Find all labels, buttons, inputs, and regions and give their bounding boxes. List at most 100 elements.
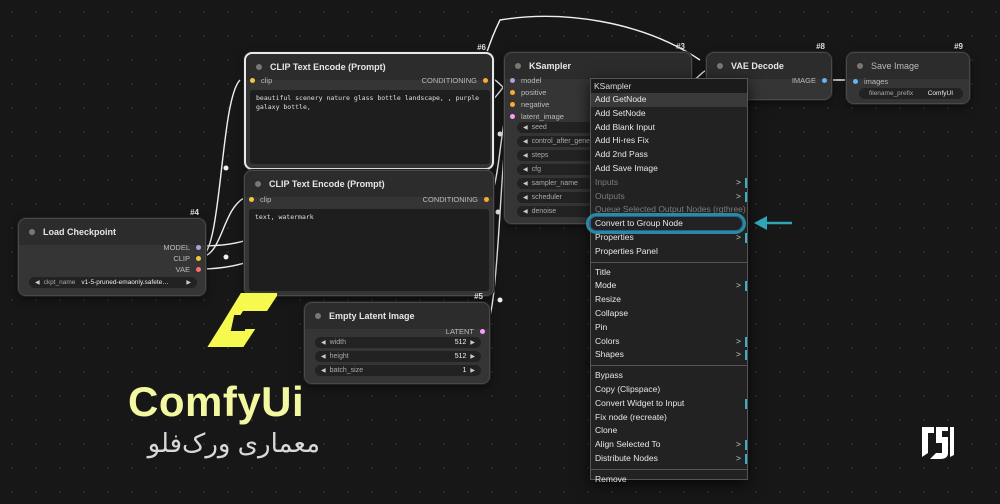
menu-item-colors[interactable]: Colors > bbox=[591, 335, 747, 349]
menu-item-distribute-nodes[interactable]: Distribute Nodes > bbox=[591, 452, 747, 466]
menu-item-add-blank-input[interactable]: Add Blank Input bbox=[591, 121, 747, 135]
decrement-arrow-icon[interactable]: ◀ bbox=[523, 194, 528, 201]
menu-item-align-selected-to[interactable]: Align Selected To > bbox=[591, 438, 747, 452]
menu-item-pin[interactable]: Pin bbox=[591, 321, 747, 335]
output-conditioning[interactable]: CONDITIONING bbox=[422, 76, 488, 85]
menu-item-mode[interactable]: Mode > bbox=[591, 279, 747, 293]
output-model[interactable]: MODEL bbox=[163, 243, 201, 252]
increment-arrow-icon[interactable]: ▶ bbox=[470, 339, 475, 346]
menu-item-remove[interactable]: Remove bbox=[591, 473, 747, 487]
width-widget[interactable]: ◀ width 512 ▶ bbox=[315, 337, 481, 348]
menu-item-shapes[interactable]: Shapes > bbox=[591, 348, 747, 362]
socket-icon[interactable] bbox=[822, 78, 827, 83]
load-checkpoint-node[interactable]: #4 Load Checkpoint MODEL CLIP VAE ◀ ckpt_… bbox=[18, 208, 206, 296]
output-conditioning[interactable]: CONDITIONING bbox=[423, 195, 489, 204]
prompt-textarea[interactable]: text, watermark bbox=[249, 209, 489, 291]
socket-icon[interactable] bbox=[249, 197, 254, 202]
menu-item-add-setnode[interactable]: Add SetNode bbox=[591, 107, 747, 121]
socket-icon[interactable] bbox=[510, 90, 515, 95]
collapse-dot-icon[interactable] bbox=[515, 63, 521, 69]
collapse-dot-icon[interactable] bbox=[315, 313, 321, 319]
menu-item-collapse[interactable]: Collapse bbox=[591, 307, 747, 321]
input-clip[interactable]: clip bbox=[250, 76, 272, 85]
node-header[interactable]: Empty Latent Image bbox=[305, 303, 489, 329]
decrement-arrow-icon[interactable]: ◀ bbox=[321, 353, 326, 360]
menu-item-outputs[interactable]: Outputs > bbox=[591, 190, 747, 204]
input-clip[interactable]: clip bbox=[249, 195, 271, 204]
socket-icon[interactable] bbox=[484, 197, 489, 202]
node-header[interactable]: Save Image bbox=[847, 53, 969, 79]
menu-item-add-getnode[interactable]: Add GetNode bbox=[591, 93, 747, 107]
increment-arrow-icon[interactable]: ▶ bbox=[470, 367, 475, 374]
save-image-node[interactable]: #9 Save Image images filename_prefix Comf… bbox=[846, 42, 970, 104]
socket-icon[interactable] bbox=[196, 256, 201, 261]
menu-item-bypass[interactable]: Bypass bbox=[591, 369, 747, 383]
submenu-indicator bbox=[745, 440, 747, 451]
decrement-arrow-icon[interactable]: ◀ bbox=[523, 124, 528, 131]
collapse-dot-icon[interactable] bbox=[256, 64, 262, 70]
submenu-indicator bbox=[745, 232, 747, 243]
collapse-dot-icon[interactable] bbox=[857, 63, 863, 69]
brand-name: ComfyUi bbox=[128, 378, 305, 425]
collapse-dot-icon[interactable] bbox=[29, 229, 35, 235]
socket-icon[interactable] bbox=[196, 267, 201, 272]
socket-icon[interactable] bbox=[196, 245, 201, 250]
node-header[interactable]: Load Checkpoint bbox=[19, 219, 205, 245]
output-latent[interactable]: LATENT bbox=[446, 327, 485, 336]
menu-item-add-save-image[interactable]: Add Save Image bbox=[591, 162, 747, 176]
menu-item-title[interactable]: Title bbox=[591, 266, 747, 280]
menu-item-copy-clipspace[interactable]: Copy (Clipspace) bbox=[591, 383, 747, 397]
menu-item-resize[interactable]: Resize bbox=[591, 293, 747, 307]
socket-icon[interactable] bbox=[250, 78, 255, 83]
menu-item-add-2nd-pass[interactable]: Add 2nd Pass bbox=[591, 148, 747, 162]
menu-item-properties-panel[interactable]: Properties Panel bbox=[591, 245, 747, 259]
increment-arrow-icon[interactable]: ▶ bbox=[470, 353, 475, 360]
decrement-arrow-icon[interactable]: ◀ bbox=[523, 138, 528, 145]
decrement-arrow-icon[interactable]: ◀ bbox=[35, 279, 40, 286]
filename-prefix-widget[interactable]: filename_prefix ComfyUI bbox=[859, 88, 963, 99]
output-clip[interactable]: CLIP bbox=[173, 254, 201, 263]
menu-item-inputs[interactable]: Inputs > bbox=[591, 176, 747, 190]
decrement-arrow-icon[interactable]: ◀ bbox=[523, 180, 528, 187]
decrement-arrow-icon[interactable]: ◀ bbox=[523, 152, 528, 159]
socket-icon[interactable] bbox=[510, 114, 515, 119]
menu-item-convert-widget-to-input[interactable]: Convert Widget to Input bbox=[591, 397, 747, 411]
increment-arrow-icon[interactable]: ▶ bbox=[186, 279, 191, 286]
socket-icon[interactable] bbox=[510, 102, 515, 107]
ckpt-name-widget[interactable]: ◀ ckpt_name v1-5-pruned-emaonly.safete… ▶ bbox=[29, 277, 197, 288]
submenu-indicator bbox=[745, 336, 747, 347]
decrement-arrow-icon[interactable]: ◀ bbox=[523, 208, 528, 215]
menu-item-add-hires-fix[interactable]: Add Hi-res Fix bbox=[591, 134, 747, 148]
socket-icon[interactable] bbox=[483, 78, 488, 83]
clip-text-encode-positive-node[interactable]: #6 CLIP Text Encode (Prompt) clip CONDIT… bbox=[244, 43, 494, 170]
collapse-dot-icon[interactable] bbox=[255, 181, 261, 187]
widget-label: ckpt_name bbox=[43, 279, 76, 286]
height-widget[interactable]: ◀ height 512 ▶ bbox=[315, 351, 481, 362]
node-header[interactable]: CLIP Text Encode (Prompt) bbox=[245, 171, 493, 197]
prompt-textarea[interactable]: beautiful scenery nature glass bottle la… bbox=[250, 90, 490, 164]
input-positive[interactable]: positive bbox=[510, 88, 546, 97]
socket-icon[interactable] bbox=[480, 329, 485, 334]
input-images[interactable]: images bbox=[853, 77, 888, 86]
output-image[interactable]: IMAGE bbox=[792, 76, 827, 85]
decrement-arrow-icon[interactable]: ◀ bbox=[321, 367, 326, 374]
input-latent-image[interactable]: latent_image bbox=[510, 112, 564, 121]
highlight-ring bbox=[586, 213, 746, 234]
decrement-arrow-icon[interactable]: ◀ bbox=[321, 339, 326, 346]
batch-size-widget[interactable]: ◀ batch_size 1 ▶ bbox=[315, 365, 481, 376]
widget-label: scheduler bbox=[531, 194, 562, 201]
clip-text-encode-negative-node[interactable]: CLIP Text Encode (Prompt) clip CONDITION… bbox=[244, 170, 494, 296]
menu-item-fix-node-recreate[interactable]: Fix node (recreate) bbox=[591, 411, 747, 425]
widget-value: 1 bbox=[462, 367, 467, 374]
decrement-arrow-icon[interactable]: ◀ bbox=[523, 166, 528, 173]
menu-separator bbox=[591, 365, 747, 367]
widget-label: filename_prefix bbox=[869, 90, 914, 97]
empty-latent-image-node[interactable]: #5 Empty Latent Image LATENT ◀ width 512 ▶ … bbox=[304, 292, 490, 384]
collapse-dot-icon[interactable] bbox=[717, 63, 723, 69]
output-vae[interactable]: VAE bbox=[176, 265, 201, 274]
input-negative[interactable]: negative bbox=[510, 100, 549, 109]
socket-icon[interactable] bbox=[853, 79, 858, 84]
menu-item-clone[interactable]: Clone bbox=[591, 424, 747, 438]
input-model[interactable]: model bbox=[510, 76, 541, 85]
socket-icon[interactable] bbox=[510, 78, 515, 83]
